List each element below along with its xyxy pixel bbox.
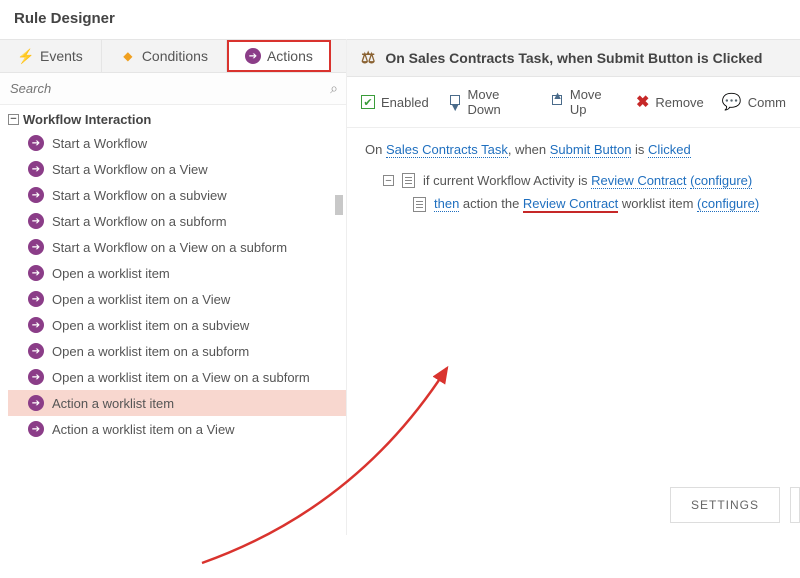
gavel-icon: ⚖ (361, 48, 375, 68)
tab-conditions[interactable]: ◆ Conditions (102, 40, 227, 72)
checkbox-icon: ✔ (361, 95, 375, 109)
movedown-icon: ▼ (447, 94, 462, 110)
diamond-icon: ◆ (120, 48, 136, 64)
remove-button[interactable]: ✖ Remove (636, 92, 704, 112)
arrow-circle-icon: ➔ (28, 421, 44, 437)
tree-item-label: Start a Workflow on a subview (52, 188, 227, 203)
tree-item-label: Open a worklist item on a subview (52, 318, 249, 333)
tab-conditions-label: Conditions (142, 48, 208, 64)
arrow-circle-icon: ➔ (28, 317, 44, 333)
scrollbar-thumb[interactable] (335, 195, 343, 215)
tree-item-label: Action a worklist item on a View (52, 422, 235, 437)
tree-category-label: Workflow Interaction (23, 112, 151, 127)
tree-item[interactable]: ➔ Start a Workflow (8, 130, 346, 156)
sentence-mid2: is (631, 142, 648, 157)
left-tabs: ⚡ Events ◆ Conditions ➔ Actions (0, 39, 346, 73)
tree-item-label: Start a Workflow (52, 136, 147, 151)
tree-item-label: Start a Workflow on a subform (52, 214, 227, 229)
tree-item[interactable]: ➔ Start a Workflow on a View (8, 156, 346, 182)
tree-item-label: Open a worklist item on a View (52, 292, 230, 307)
arrow-circle-icon: ➔ (28, 135, 44, 151)
tree-item[interactable]: ➔ Action a worklist item (8, 390, 346, 416)
comment-button[interactable]: 💬 Comm (722, 92, 786, 112)
movedown-label: Move Down (468, 87, 532, 117)
tree-item[interactable]: ➔ Open a worklist item on a subform (8, 338, 346, 364)
moveup-button[interactable]: ▲ Move Up (549, 87, 618, 117)
footer-buttons: SETTINGS (670, 487, 800, 523)
rule-content: On Sales Contracts Task, when Submit But… (347, 128, 800, 535)
search-bar: ⌕ (0, 73, 346, 105)
rule-sentence: On Sales Contracts Task, when Submit But… (365, 142, 782, 157)
tree-item[interactable]: ➔ Action a worklist item on a View (8, 416, 346, 442)
sentence-link-button[interactable]: Submit Button (550, 142, 632, 158)
tree-item-label: Open a worklist item on a View on a subf… (52, 370, 310, 385)
action-tail: worklist item (618, 196, 697, 211)
rule-title-text: On Sales Contracts Task, when Submit But… (385, 50, 762, 66)
action-row: then action the Review Contract worklist… (413, 196, 782, 213)
rule-toolbar: ✔ Enabled ▼ Move Down ▲ Move Up ✖ Remove… (347, 77, 800, 128)
arrow-circle-icon: ➔ (28, 161, 44, 177)
sentence-mid1: , when (508, 142, 550, 157)
condition-link[interactable]: Review Contract (591, 173, 686, 189)
tree-item-label: Open a worklist item (52, 266, 170, 281)
arrow-circle-icon: ➔ (28, 239, 44, 255)
collapse-icon[interactable]: − (383, 175, 394, 186)
doc-icon (413, 197, 426, 212)
tab-actions[interactable]: ➔ Actions (227, 40, 331, 72)
moveup-icon: ▲ (549, 94, 564, 110)
condition-row: − if current Workflow Activity is Review… (383, 173, 782, 188)
tab-actions-label: Actions (267, 48, 313, 64)
tree-item[interactable]: ➔ Start a Workflow on a View on a subform (8, 234, 346, 260)
action-mid: action the (459, 196, 523, 211)
arrow-circle-icon: ➔ (28, 213, 44, 229)
arrow-circle-icon: ➔ (28, 369, 44, 385)
remove-icon: ✖ (636, 92, 649, 112)
page-title: Rule Designer (0, 0, 800, 39)
movedown-button[interactable]: ▼ Move Down (447, 87, 531, 117)
sentence-link-task[interactable]: Sales Contracts Task (386, 142, 508, 158)
comment-icon: 💬 (722, 92, 742, 112)
action-then[interactable]: then (434, 196, 459, 212)
arrow-circle-icon: ➔ (28, 187, 44, 203)
moveup-label: Move Up (570, 87, 618, 117)
tree-item[interactable]: ➔ Open a worklist item (8, 260, 346, 286)
tree-item[interactable]: ➔ Open a worklist item on a subview (8, 312, 346, 338)
arrow-circle-icon: ➔ (245, 48, 261, 64)
arrow-circle-icon: ➔ (28, 265, 44, 281)
action-link[interactable]: Review Contract (523, 196, 618, 212)
tree-category[interactable]: − Workflow Interaction (8, 109, 346, 130)
tab-events[interactable]: ⚡ Events (0, 40, 102, 72)
condition-configure[interactable]: (configure) (690, 173, 752, 189)
settings-button[interactable]: SETTINGS (670, 487, 780, 523)
tree-item[interactable]: ➔ Open a worklist item on a View on a sub… (8, 364, 346, 390)
search-input[interactable] (8, 77, 330, 100)
comment-label: Comm (748, 95, 786, 110)
action-configure[interactable]: (configure) (697, 196, 759, 212)
arrow-circle-icon: ➔ (28, 291, 44, 307)
rule-title-bar: ⚖ On Sales Contracts Task, when Submit B… (347, 39, 800, 77)
sentence-link-event[interactable]: Clicked (648, 142, 691, 158)
tab-events-label: Events (40, 48, 83, 64)
arrow-circle-icon: ➔ (28, 343, 44, 359)
next-button[interactable] (790, 487, 800, 523)
tree-item-label: Open a worklist item on a subform (52, 344, 249, 359)
tree-item-label: Start a Workflow on a View (52, 162, 208, 177)
doc-icon (402, 173, 415, 188)
tree-item[interactable]: ➔ Start a Workflow on a subview (8, 182, 346, 208)
tree-item[interactable]: ➔ Open a worklist item on a View (8, 286, 346, 312)
bolt-icon: ⚡ (18, 48, 34, 64)
tree-item-label: Start a Workflow on a View on a subform (52, 240, 287, 255)
tree-item[interactable]: ➔ Start a Workflow on a subform (8, 208, 346, 234)
condition-text: if current Workflow Activity is (423, 173, 591, 188)
sentence-prefix: On (365, 142, 386, 157)
search-icon[interactable]: ⌕ (330, 80, 338, 97)
tree-item-label: Action a worklist item (52, 396, 174, 411)
arrow-circle-icon: ➔ (28, 395, 44, 411)
remove-label: Remove (655, 95, 703, 110)
collapse-icon[interactable]: − (8, 114, 19, 125)
enabled-toggle[interactable]: ✔ Enabled (361, 95, 429, 110)
action-tree: − Workflow Interaction ➔ Start a Workflow… (0, 105, 346, 535)
action-link-text: Review Contract (523, 196, 618, 213)
enabled-label: Enabled (381, 95, 429, 110)
